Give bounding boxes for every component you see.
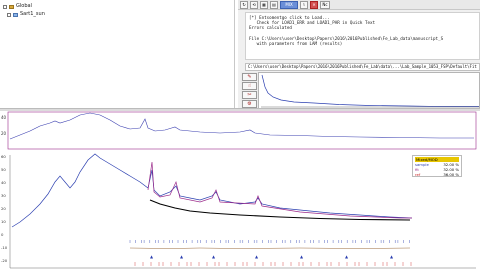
- tree-node-label: Sart1_sun: [20, 11, 45, 17]
- tree-node-label: Global: [16, 3, 32, 9]
- file-path-field[interactable]: C:\Users\user\Desktop\Papers\2016\2016Pu…: [245, 63, 480, 71]
- mix-button[interactable]: MIX: [280, 0, 298, 9]
- plot-icon[interactable]: ⌇: [300, 0, 308, 9]
- legend-label: ref: [415, 172, 421, 177]
- residual-plot[interactable]: 02468101214161820222426: [258, 72, 480, 112]
- stop-icon[interactable]: ✕: [310, 0, 318, 9]
- tool-icon[interactable]: ✂: [242, 91, 257, 99]
- legend-row: ref 36.00 %: [415, 172, 459, 177]
- console-line: Errors calculated: [249, 25, 292, 31]
- toolbar: ↻ ⟲ ▦ ▤ MIX ⌇ ✕ Nc: [238, 0, 480, 10]
- peak-marker: ▲: [150, 254, 154, 259]
- phase-ticks: [134, 262, 412, 266]
- y-tick: 50: [1, 167, 6, 172]
- checkbox-icon[interactable]: [7, 12, 11, 17]
- arrow-icon[interactable]: ↻: [240, 0, 248, 9]
- hand-icon[interactable]: ☝: [242, 82, 257, 90]
- grid-icon[interactable]: ▦: [260, 0, 268, 9]
- tree-node-global[interactable]: Global: [3, 3, 32, 10]
- peak-marker: ▲: [212, 254, 216, 259]
- y-tick: 60: [1, 154, 6, 159]
- main-fit-plot[interactable]: 60 50 40 30 20 10 0 -10 -20 ▲ ▲ ▲ ▲ ▲ ▲ ▲: [0, 152, 480, 270]
- pencil-icon[interactable]: ✎: [242, 73, 257, 81]
- peak-marker: ▲: [180, 254, 184, 259]
- nc-button[interactable]: Nc: [320, 0, 330, 9]
- reflection-ticks: ▲ ▲ ▲ ▲ ▲ ▲ ▲: [129, 240, 410, 259]
- project-tree: Global Sart1_sun: [0, 0, 235, 108]
- y-tick: 40: [1, 115, 7, 120]
- console-line: with parameters from LAM (results): [249, 41, 343, 47]
- y-tick: 30: [1, 193, 6, 198]
- chart-icon[interactable]: ▤: [270, 0, 278, 9]
- overview-curve: [9, 112, 474, 140]
- residual-plot-svg: 02468101214161820222426: [261, 74, 480, 112]
- y-tick: 40: [1, 180, 6, 185]
- overview-plot[interactable]: 40 20: [0, 111, 480, 151]
- y-tick: -20: [1, 258, 8, 263]
- overview-plot-svg: 40 20: [1, 111, 477, 150]
- fit-icon[interactable]: ⚙: [242, 100, 257, 108]
- phase-legend: Mixed/MOD sample 32.00 % fit 32.00 % ref 36…: [412, 155, 462, 177]
- peak-marker: ▲: [300, 254, 304, 259]
- y-tick: -10: [1, 245, 8, 250]
- y-tick: 20: [1, 206, 6, 211]
- undo-icon[interactable]: ⟲: [250, 0, 258, 9]
- file-icon: [13, 12, 18, 17]
- overview-frame: [7, 111, 477, 150]
- y-tick: 0: [1, 232, 4, 237]
- tree-node-sample[interactable]: Sart1_sun: [7, 11, 45, 18]
- main-fit-plot-svg: 60 50 40 30 20 10 0 -10 -20 ▲ ▲ ▲ ▲ ▲ ▲ ▲: [1, 153, 476, 269]
- peak-marker: ▲: [345, 254, 349, 259]
- calculated-curve: [147, 161, 412, 219]
- legend-value: 36.00 %: [443, 172, 459, 177]
- side-tool-buttons: ✎ ☝ ✂ ⚙: [241, 72, 258, 108]
- peak-marker: ▲: [255, 254, 259, 259]
- y-tick: 20: [1, 131, 7, 136]
- folder-icon: [9, 4, 14, 9]
- residual-curve: [261, 74, 479, 107]
- checkbox-icon[interactable]: [3, 4, 7, 9]
- difference-curve: [129, 247, 411, 249]
- y-tick-labels: 60 50 40 30 20 10 0 -10 -20: [1, 154, 8, 263]
- console-output: [*] Entsomentgo click to Load... Check f…: [245, 12, 480, 60]
- peak-marker: ▲: [390, 254, 394, 259]
- y-tick: 10: [1, 219, 6, 224]
